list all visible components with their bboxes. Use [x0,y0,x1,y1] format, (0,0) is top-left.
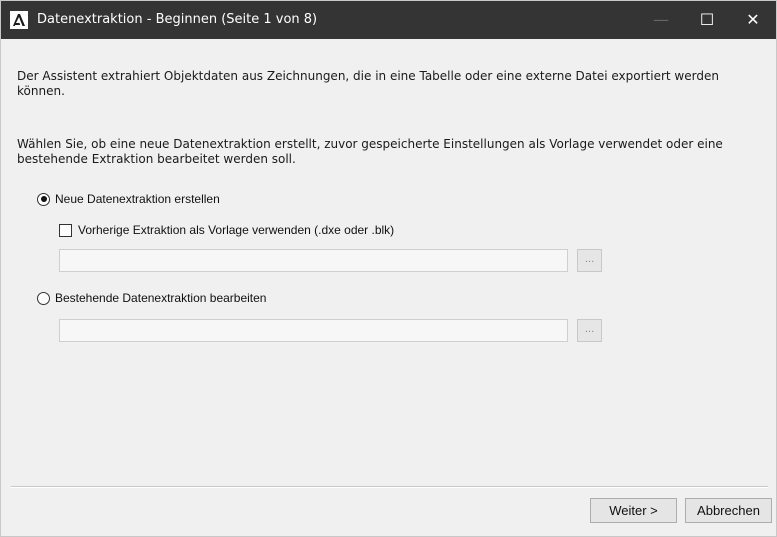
radio-new-extraction-label: Neue Datenextraktion erstellen [55,192,220,206]
autocad-a-icon [10,11,28,29]
checkbox-use-template-label: Vorherige Extraktion als Vorlage verwend… [78,223,395,237]
edit-path-field[interactable] [59,319,568,342]
next-button[interactable]: Weiter > [590,498,677,523]
data-extraction-dialog: Datenextraktion - Beginnen (Seite 1 von … [0,0,777,537]
maximize-button[interactable]: ☐ [684,1,730,39]
close-button[interactable]: ✕ [730,1,776,39]
template-browse-button[interactable]: ... [577,249,602,272]
choice-description: Wählen Sie, ob eine neue Datenextraktion… [17,137,723,166]
title-bar[interactable]: Datenextraktion - Beginnen (Seite 1 von … [1,1,776,39]
radio-new-extraction[interactable]: Neue Datenextraktion erstellen [37,192,220,206]
radio-new-extraction-indicator[interactable] [37,192,50,206]
minimize-button[interactable]: — [638,1,684,39]
intro-description: Der Assistent extrahiert Objektdaten aus… [17,69,719,98]
radio-edit-extraction-label: Bestehende Datenextraktion bearbeiten [55,291,267,305]
cancel-button[interactable]: Abbrechen [685,498,772,523]
window-title: Datenextraktion - Beginnen (Seite 1 von … [37,12,318,27]
checkbox-use-template-box[interactable] [59,223,72,237]
checkbox-use-template[interactable]: Vorherige Extraktion als Vorlage verwend… [59,223,394,237]
edit-browse-button[interactable]: ... [577,319,602,342]
template-path-field[interactable] [59,249,568,272]
radio-edit-extraction-indicator[interactable] [37,291,50,305]
radio-edit-extraction[interactable]: Bestehende Datenextraktion bearbeiten [37,291,266,305]
footer-separator [11,486,768,488]
